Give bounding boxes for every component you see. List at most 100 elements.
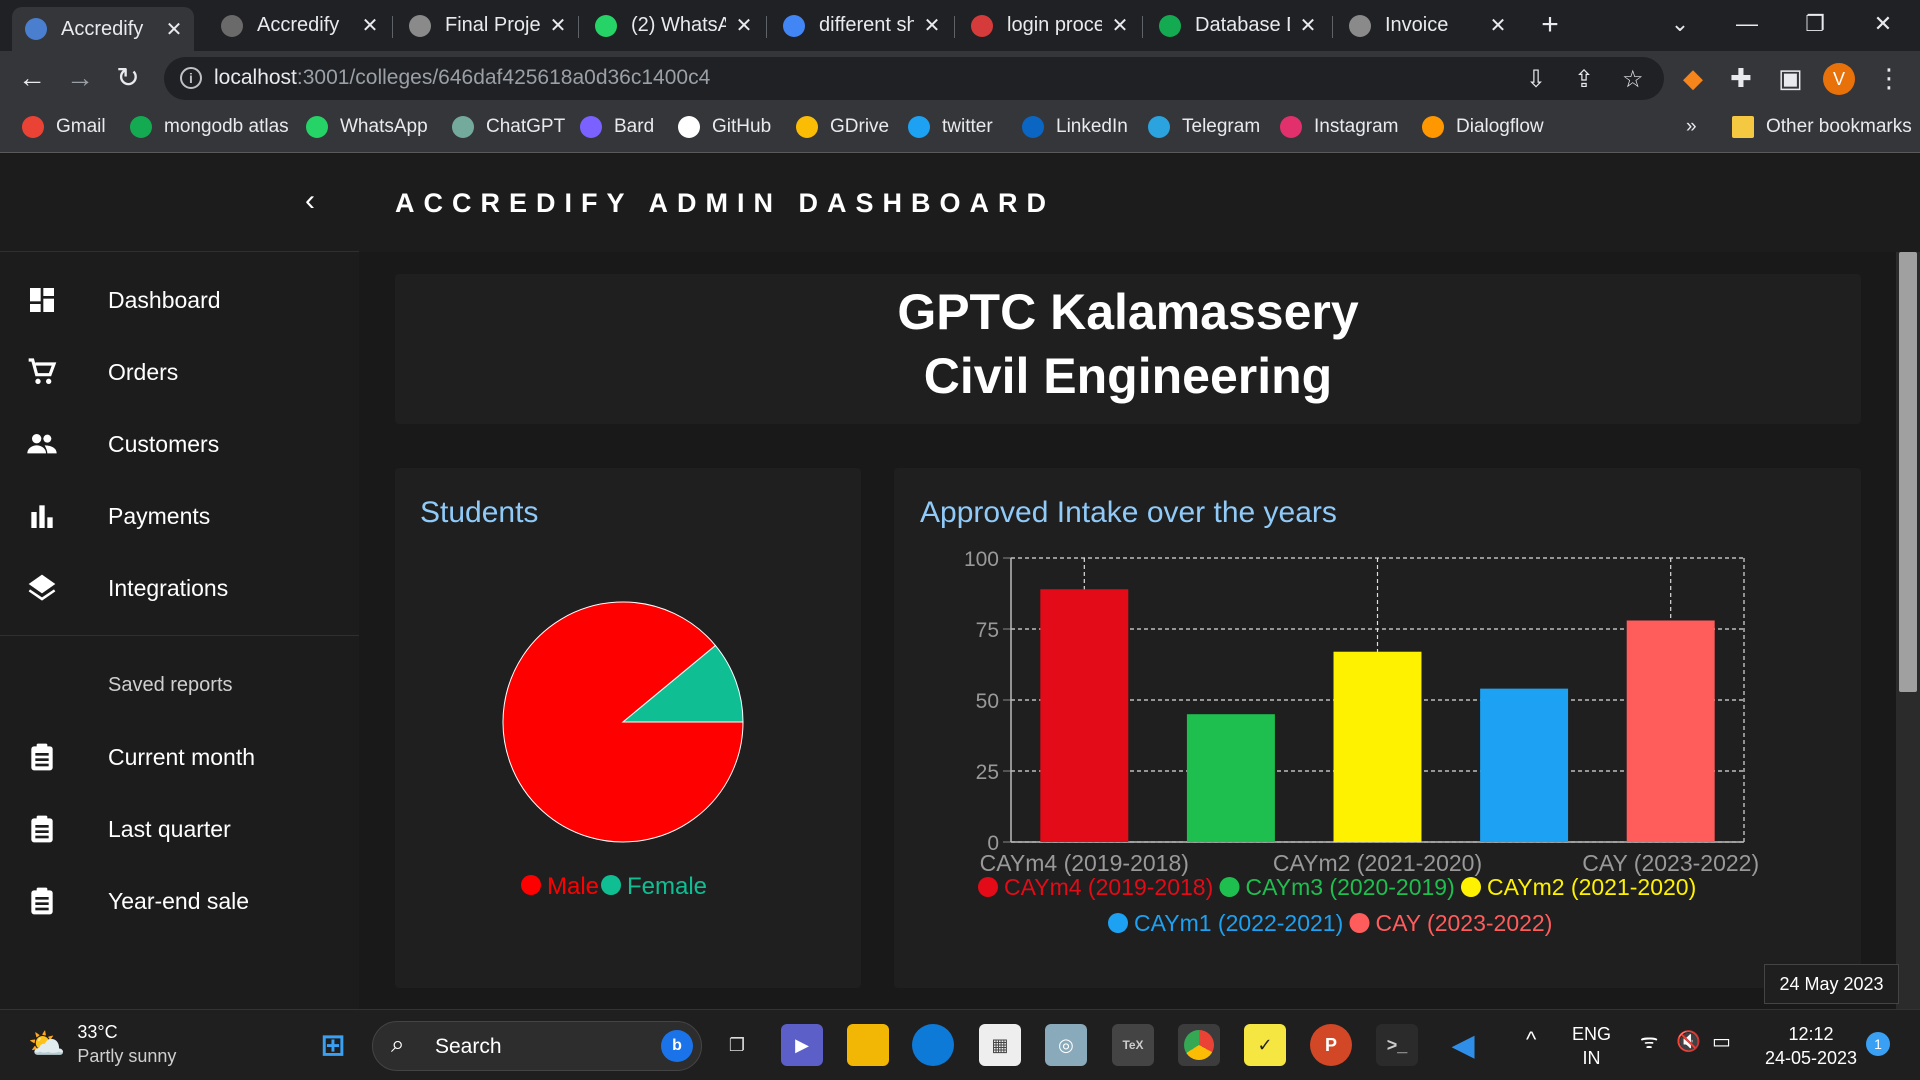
install-icon[interactable]: ⇩	[1526, 65, 1546, 94]
address-bar[interactable]: i localhost:3001/colleges/646daf425618a0…	[164, 57, 1664, 100]
edge-icon[interactable]	[912, 1024, 954, 1066]
wifi-icon[interactable]: ᯤ	[1640, 1030, 1658, 1054]
collapse-sidebar-icon[interactable]: ‹	[305, 184, 315, 218]
legend-label[interactable]: Male	[547, 873, 599, 900]
teams-icon[interactable]: ▶	[781, 1024, 823, 1066]
bookmark-item[interactable]: Bard	[580, 116, 654, 138]
start-windows-icon[interactable]: ⊞	[312, 1024, 354, 1066]
file-explorer-icon[interactable]	[847, 1024, 889, 1066]
bookmark-item[interactable]: Dialogflow	[1422, 116, 1544, 138]
close-window-button[interactable]: ✕	[1858, 4, 1908, 44]
vscode-icon[interactable]: ◀	[1442, 1024, 1484, 1066]
browser-tab[interactable]: (2) WhatsA ✕	[582, 8, 764, 43]
bookmark-star-icon[interactable]: ☆	[1622, 65, 1644, 94]
sidebar-item[interactable]: Orders	[0, 342, 359, 402]
task-view-icon[interactable]: ❐	[716, 1024, 758, 1066]
sidebar-item-label: Customers	[108, 430, 220, 457]
legend-label[interactable]: Female	[627, 873, 707, 900]
bookmark-favicon-icon	[452, 116, 474, 138]
browser-menu-icon[interactable]: ⋮	[1876, 63, 1902, 94]
bookmark-item[interactable]: Gmail	[22, 116, 106, 138]
legend-label[interactable]: CAYm2 (2021-2020)	[1487, 874, 1696, 900]
sidebar-item-label: Last quarter	[108, 815, 231, 842]
bookmark-item[interactable]: LinkedIn	[1022, 116, 1128, 138]
tab-close-icon[interactable]: ✕	[1298, 13, 1318, 38]
browser-tab[interactable]: Database D ✕	[1146, 8, 1328, 43]
share-icon[interactable]: ⇪	[1574, 65, 1594, 94]
sidebar-item[interactable]: Customers	[0, 414, 359, 474]
store-icon[interactable]: ▦	[979, 1024, 1021, 1066]
bar[interactable]	[1626, 620, 1715, 842]
other-bookmarks-folder[interactable]: Other bookmarks	[1732, 116, 1912, 138]
bookmark-item[interactable]: ChatGPT	[452, 116, 565, 138]
bookmark-item[interactable]: GDrive	[796, 116, 889, 138]
bar[interactable]	[1480, 688, 1569, 842]
volume-muted-icon[interactable]: 🔇	[1676, 1030, 1701, 1054]
saved-report-item[interactable]: Last quarter	[0, 799, 359, 859]
browser-tab[interactable]: login proce ✕	[958, 8, 1140, 43]
weather-widget[interactable]: ⛅ 33°C Partly sunny	[28, 1020, 176, 1068]
browser-tab[interactable]: Accredify ✕	[208, 8, 390, 43]
terminal-icon[interactable]: >_	[1376, 1024, 1418, 1066]
new-tab-button[interactable]: +	[1532, 8, 1568, 44]
forward-button[interactable]: →	[62, 61, 98, 97]
bar[interactable]	[1333, 651, 1422, 842]
reload-button[interactable]: ↻	[110, 61, 146, 97]
tab-close-icon[interactable]: ✕	[360, 13, 380, 38]
texmaker-icon[interactable]: TeX	[1112, 1024, 1154, 1066]
sidebar-item[interactable]: Payments	[0, 486, 359, 546]
taskbar-search[interactable]: ⌕ Search b	[372, 1021, 702, 1071]
saved-report-item[interactable]: Year-end sale	[0, 871, 359, 931]
bookmark-item[interactable]: twitter	[908, 116, 993, 138]
saved-report-item[interactable]: Current month	[0, 727, 359, 787]
site-info-icon[interactable]: i	[180, 67, 202, 89]
minimize-button[interactable]: —	[1722, 4, 1772, 44]
tab-close-icon[interactable]: ✕	[922, 13, 942, 38]
bookmarks-overflow-button[interactable]: »	[1686, 116, 1697, 138]
tab-close-icon[interactable]: ✕	[1488, 13, 1508, 38]
bookmark-item[interactable]: GitHub	[678, 116, 771, 138]
back-button[interactable]: ←	[14, 61, 50, 97]
app-icon[interactable]: ◎	[1045, 1024, 1087, 1066]
todo-app-icon[interactable]: ✓	[1244, 1024, 1286, 1066]
language-indicator[interactable]: ENG IN	[1572, 1022, 1611, 1070]
metamask-extension-icon[interactable]: ◆	[1683, 63, 1703, 94]
browser-tab[interactable]: Invoice ✕	[1336, 8, 1518, 43]
tray-chevron-icon[interactable]: ^	[1526, 1028, 1536, 1052]
legend-label[interactable]: CAYm1 (2022-2021)	[1134, 910, 1343, 936]
bookmark-item[interactable]: WhatsApp	[306, 116, 428, 138]
battery-icon[interactable]: ▭	[1712, 1030, 1731, 1054]
bookmark-item[interactable]: Telegram	[1148, 116, 1260, 138]
browser-tab[interactable]: Final Projec ✕	[396, 8, 578, 43]
url-text[interactable]: localhost:3001/colleges/646daf425618a0d3…	[214, 66, 710, 90]
tab-close-icon[interactable]: ✕	[1110, 13, 1130, 38]
bar[interactable]	[1040, 589, 1129, 842]
side-panel-icon[interactable]: ▣	[1778, 63, 1803, 94]
powerpoint-icon[interactable]: P	[1310, 1024, 1352, 1066]
legend-label[interactable]: CAYm3 (2020-2019)	[1246, 874, 1455, 900]
legend-label[interactable]: CAYm4 (2019-2018)	[1004, 874, 1213, 900]
browser-tab[interactable]: different sh ✕	[770, 8, 952, 43]
sidebar-item[interactable]: Dashboard	[0, 270, 359, 330]
tab-close-icon[interactable]: ✕	[734, 13, 754, 38]
scrollbar-thumb[interactable]	[1899, 252, 1917, 692]
college-card: GPTC Kalamassery Civil Engineering	[395, 274, 1861, 424]
bing-icon[interactable]: b	[661, 1030, 693, 1062]
browser-tab[interactable]: Accredify ✕	[12, 7, 194, 51]
tab-close-icon[interactable]: ✕	[164, 17, 184, 42]
bookmark-item[interactable]: Instagram	[1280, 116, 1398, 138]
layers-icon	[26, 572, 58, 604]
clock[interactable]: 12:12 24-05-2023	[1756, 1022, 1866, 1070]
profile-avatar[interactable]: V	[1823, 63, 1855, 95]
chrome-icon[interactable]	[1178, 1024, 1220, 1066]
notification-badge[interactable]: 1	[1866, 1032, 1890, 1056]
tab-close-icon[interactable]: ✕	[548, 13, 568, 38]
bookmark-item[interactable]: mongodb atlas	[130, 116, 289, 138]
extensions-puzzle-icon[interactable]: ✚	[1730, 63, 1752, 94]
legend-label[interactable]: CAY (2023-2022)	[1376, 910, 1553, 936]
tab-search-chevron-icon[interactable]: ⌄	[1655, 4, 1705, 44]
page-scrollbar[interactable]	[1896, 252, 1920, 1009]
restore-button[interactable]: ❐	[1790, 4, 1840, 44]
bar[interactable]	[1186, 714, 1275, 842]
sidebar-item[interactable]: Integrations	[0, 558, 359, 618]
